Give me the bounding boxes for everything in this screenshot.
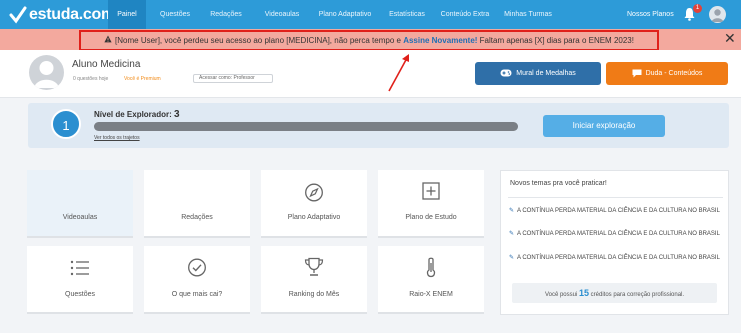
pencil-icon: ✎: [509, 208, 515, 214]
plus-square-icon: [422, 182, 440, 200]
panel-divider: [508, 197, 723, 198]
check-circle-icon: [188, 258, 206, 277]
compass-icon: [305, 183, 323, 202]
topic-text: A CONTÍNUA PERDA MATERIAL DA CIÊNCIA E D…: [517, 255, 720, 261]
level-title-text: Nível de Explorador:: [94, 110, 172, 119]
user-avatar-menu[interactable]: [709, 6, 726, 23]
act-as-select[interactable]: Acessar como: Professor: [193, 74, 273, 83]
nav-item-conteudo-extra[interactable]: Conteúdo Extra: [436, 0, 494, 29]
start-exploration-button[interactable]: Iniciar exploração: [543, 115, 665, 137]
notification-badge: 1: [693, 4, 702, 13]
tile-label: Questões: [65, 291, 95, 298]
new-topics-panel: Novos temas pra você praticar! ✎ A CONTÍ…: [500, 170, 729, 315]
duda-contents-button[interactable]: Duda - Conteúdos: [606, 62, 728, 85]
nav-item-plano-adaptativo[interactable]: Plano Adaptativo: [312, 0, 378, 29]
credits-info: Você possui 15 créditos para correção pr…: [512, 283, 717, 303]
nav-item-nossos-planos[interactable]: Nossos Planos: [627, 0, 674, 29]
user-icon: [711, 9, 724, 22]
level-title: Nível de Explorador: 3: [94, 109, 180, 120]
alert-message: [Nome User], você perdeu seu acesso ao p…: [79, 30, 659, 51]
tile-videoaulas[interactable]: Videoaulas: [27, 170, 133, 238]
medals-wall-label: Mural de Medalhas: [516, 70, 576, 77]
level-progress-bar: [94, 122, 518, 131]
brand-name: estuda.com: [29, 6, 115, 23]
annotation-arrow-icon: [388, 54, 409, 92]
tile-o-que-mais-cai[interactable]: O que mais cai?: [144, 246, 250, 314]
nav-item-questoes[interactable]: Questões: [152, 0, 198, 29]
pencil-icon: ✎: [509, 231, 515, 237]
thermometer-icon: [426, 257, 436, 278]
level-value: 3: [174, 109, 180, 120]
logo-check-icon: [9, 6, 27, 24]
pencil-icon: ✎: [509, 255, 515, 261]
tile-raio-x-enem[interactable]: Raio-X ENEM: [378, 246, 484, 314]
questions-today: 0 questões hoje: [73, 76, 109, 82]
level-badge: 1: [51, 109, 81, 139]
alert-text-before: [Nome User], você perdeu seu acesso ao p…: [115, 36, 404, 45]
tile-label: O que mais cai?: [171, 291, 223, 298]
topic-item[interactable]: ✎ A CONTÍNUA PERDA MATERIAL DA CIÊNCIA E…: [509, 254, 721, 262]
top-navigation-bar: estuda.com Painel Questões Redações Vide…: [0, 0, 741, 29]
tile-plano-de-estudo[interactable]: Plano de Estudo: [378, 170, 484, 238]
chat-icon: [632, 69, 642, 78]
duda-contents-label: Duda - Conteúdos: [645, 70, 703, 77]
tile-ranking-do-mes[interactable]: Ranking do Mês: [261, 246, 367, 314]
tile-label: Ranking do Mês: [288, 291, 340, 298]
brand-logo[interactable]: estuda.com: [9, 4, 115, 26]
nav-item-redacoes[interactable]: Redações: [203, 0, 249, 29]
feature-tiles: Videoaulas Redações Plano Adaptativo Pla…: [27, 170, 495, 315]
alert-text-after: Faltam apenas [X] dias para o ENEM 2023!: [477, 36, 634, 45]
user-name: Aluno Medicina: [72, 59, 141, 70]
nav-item-videoaulas[interactable]: Videoaulas: [256, 0, 308, 29]
renew-link[interactable]: Assine Novamente!: [403, 36, 477, 45]
credits-text-before: Você possui: [544, 292, 579, 298]
topic-item[interactable]: ✎ A CONTÍNUA PERDA MATERIAL DA CIÊNCIA E…: [509, 207, 721, 215]
view-trails-link[interactable]: Ver todos os trajetos: [94, 135, 140, 141]
topic-item[interactable]: ✎ A CONTÍNUA PERDA MATERIAL DA CIÊNCIA E…: [509, 230, 721, 238]
trophy-icon: [304, 257, 324, 276]
tile-plano-adaptativo[interactable]: Plano Adaptativo: [261, 170, 367, 238]
topic-text: A CONTÍNUA PERDA MATERIAL DA CIÊNCIA E D…: [517, 231, 720, 237]
tile-questoes[interactable]: Questões: [27, 246, 133, 314]
tile-label: Plano de Estudo: [405, 214, 457, 221]
credits-text-after: créditos para correção profissional.: [589, 292, 685, 298]
nav-item-painel[interactable]: Painel: [108, 0, 146, 29]
nav-item-minhas-turmas[interactable]: Minhas Turmas: [500, 0, 556, 29]
tile-label: Redações: [181, 214, 213, 221]
tile-label: Videoaulas: [62, 214, 98, 221]
nav-item-estatisticas[interactable]: Estatísticas: [384, 0, 430, 29]
warning-icon: [104, 32, 112, 49]
tile-label: Plano Adaptativo: [287, 214, 341, 221]
access-alert-bar: [Nome User], você perdeu seu acesso ao p…: [0, 29, 741, 51]
medals-wall-button[interactable]: Mural de Medalhas: [475, 62, 601, 85]
topic-text: A CONTÍNUA PERDA MATERIAL DA CIÊNCIA E D…: [517, 208, 720, 214]
list-icon: [70, 260, 89, 276]
premium-status: Você é Premium: [124, 76, 161, 82]
tile-redacoes[interactable]: Redações: [144, 170, 250, 238]
alert-close-button[interactable]: ✕: [724, 29, 736, 47]
tile-label: Raio-X ENEM: [409, 291, 453, 298]
panel-title: Novos temas pra você praticar!: [510, 180, 607, 187]
level-progress-fill: [94, 122, 518, 131]
gamepad-icon: [500, 69, 512, 77]
user-icon: [34, 61, 59, 88]
credits-number: 15: [578, 288, 589, 298]
profile-avatar: [29, 55, 64, 90]
